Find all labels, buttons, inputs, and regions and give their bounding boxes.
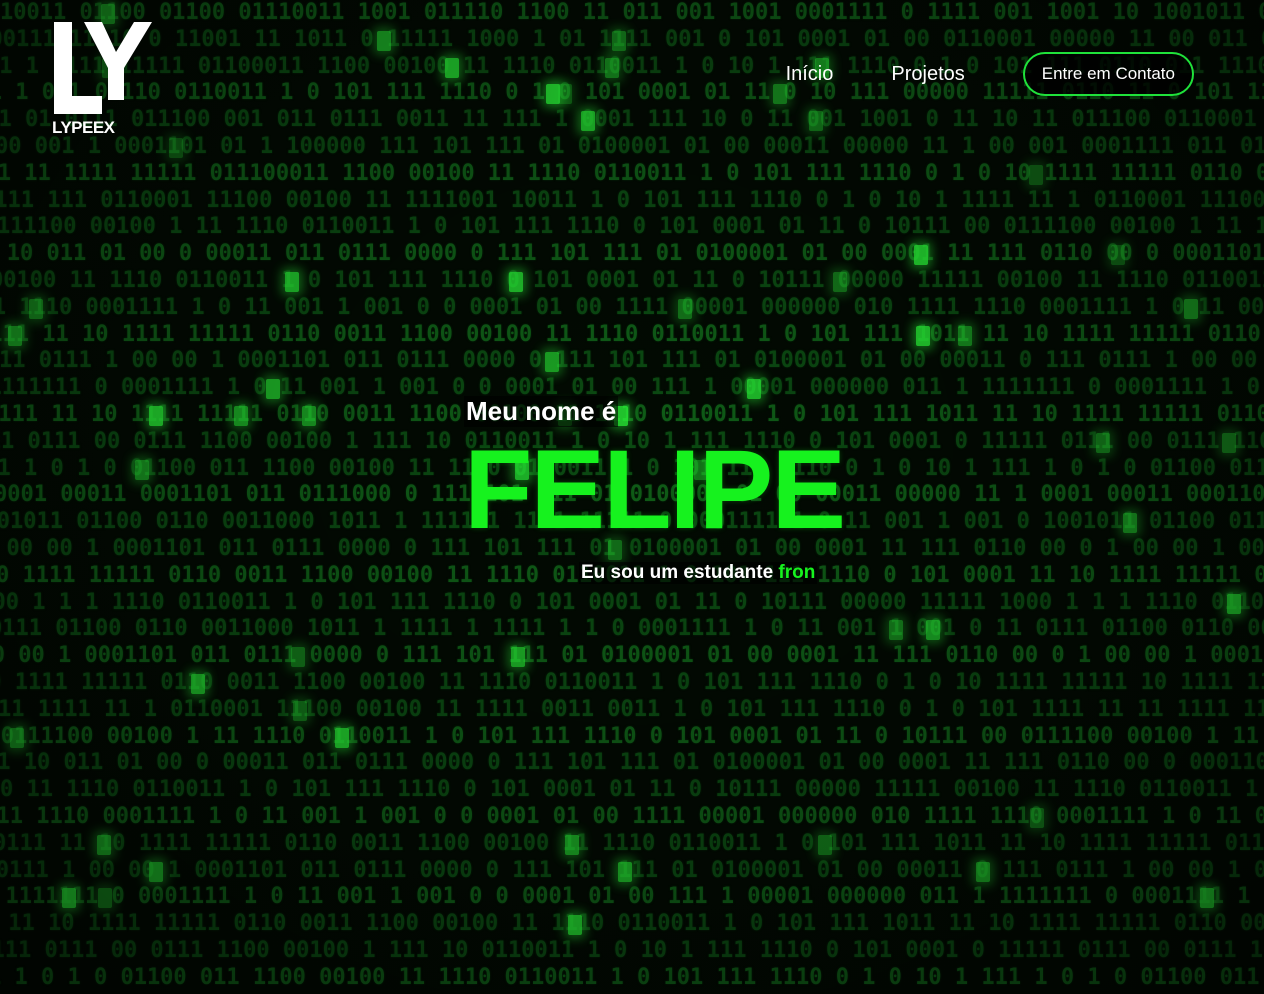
hero-subtitle-typed: fron bbox=[778, 562, 816, 583]
hero-subtitle: Eu sou um estudante fron bbox=[579, 562, 818, 584]
hero-name-heading: FELIPE bbox=[464, 427, 846, 552]
hero-subtitle-prefix: Eu sou um estudante bbox=[581, 562, 774, 583]
hero-intro-text: Meu nome é bbox=[464, 396, 619, 427]
hero-section: Meu nome é FELIPE Eu sou um estudante fr… bbox=[0, 0, 1264, 994]
